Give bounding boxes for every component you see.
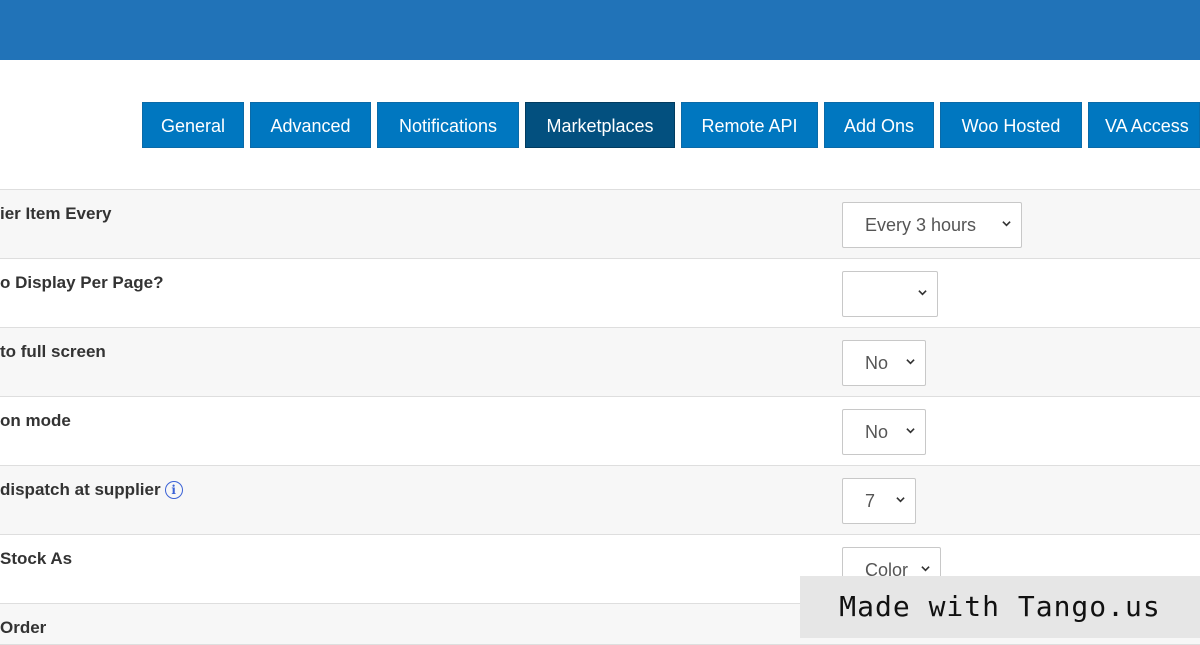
dispatch-days-select[interactable]: 7 [842,478,916,524]
tab-advanced[interactable]: Advanced [250,102,371,148]
settings-tabs: General Advanced Notifications Marketpla… [0,102,1200,150]
setting-label: dispatch at supplier i [0,480,183,500]
setting-label: to full screen [0,342,106,361]
mode-select[interactable]: No [842,409,926,455]
chevron-down-icon [906,428,915,434]
setting-row: ier Item Every Every 3 hours [0,190,1200,259]
top-header-bar [0,0,1200,60]
select-value: Every 3 hours [865,215,977,235]
tab-woo-hosted[interactable]: Woo Hosted [940,102,1082,148]
setting-row: dispatch at supplier i 7 [0,466,1200,535]
select-value: No [865,422,889,442]
tab-remote-api[interactable]: Remote API [681,102,818,148]
chevron-down-icon [1002,221,1011,227]
tango-watermark: Made with Tango.us [800,576,1200,638]
info-icon[interactable]: i [164,481,183,499]
tab-notifications[interactable]: Notifications [377,102,519,148]
full-screen-select[interactable]: No [842,340,926,386]
setting-label: Stock As [0,549,73,568]
items-per-page-select[interactable] [842,271,938,317]
chevron-down-icon [918,290,927,296]
chevron-down-icon [906,359,915,365]
setting-label: ier Item Every [0,204,112,223]
supplier-check-frequency-select[interactable]: Every 3 hours [842,202,1022,248]
tab-add-ons[interactable]: Add Ons [824,102,934,148]
setting-label: Order [0,618,47,637]
setting-row: o Display Per Page? [0,259,1200,328]
tab-marketplaces[interactable]: Marketplaces [525,102,675,148]
tab-va-access[interactable]: VA Access [1088,102,1200,148]
setting-label: on mode [0,411,71,430]
select-value: No [865,353,889,373]
chevron-down-icon [921,566,930,572]
chevron-down-icon [896,497,905,503]
setting-row: on mode No [0,397,1200,466]
setting-row: to full screen No [0,328,1200,397]
setting-label: o Display Per Page? [0,273,164,292]
select-value: 7 [865,491,876,511]
tab-general[interactable]: General [142,102,244,148]
